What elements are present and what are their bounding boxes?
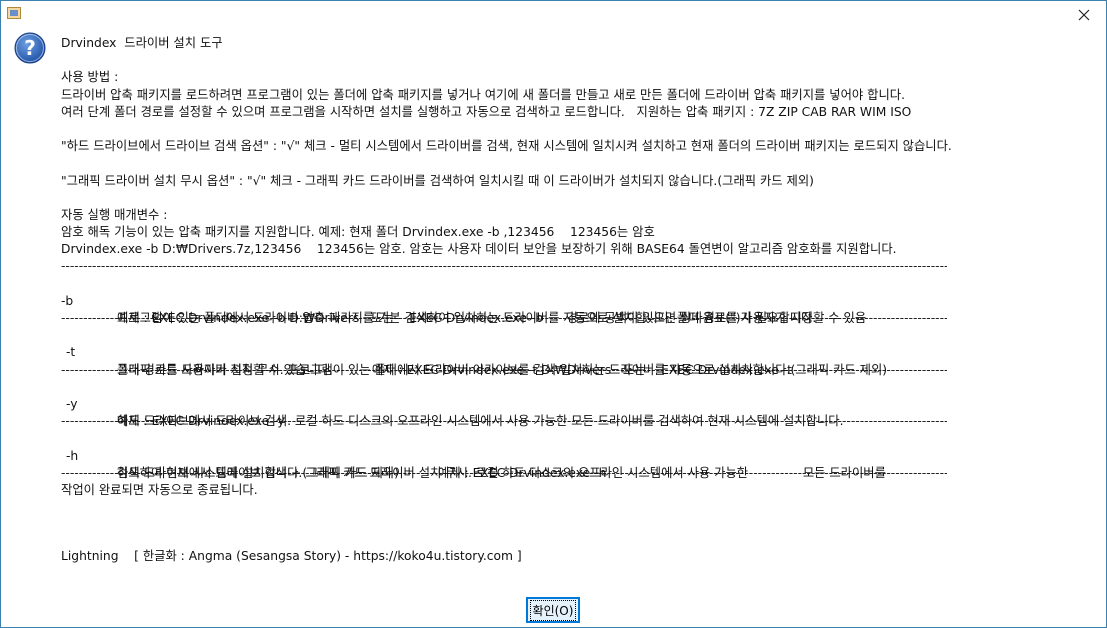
title-bar[interactable] bbox=[1, 1, 1106, 29]
option-y: -y 하드 드라이브에서 드라이브 검색. 로컬 하드 디스크의 오프라인 시스… bbox=[61, 379, 1101, 428]
option-example: 폴더 경로를 사용자가 지정할 수 있습니다. 예제 : EXEC Drvind… bbox=[117, 362, 792, 377]
message-dialog: ? Drvindex 드라이버 설치 도구 사용 방법 : 드라이버 압축 패키… bbox=[0, 0, 1107, 628]
option-example: 예제 : EXEC Drvindex.exe -b D:₩Drivers 또는 … bbox=[117, 311, 817, 326]
option-example: 검색하여 현재 시스템에 설치합니다.(그래픽 카드 제외) 예제 : EXEC… bbox=[117, 465, 607, 480]
gpu-option-text: "그래픽 드라이버 설치 무시 옵션" : "√" 체크 - 그래픽 카드 드라… bbox=[61, 173, 814, 188]
params-line-2: Drvindex.exe -b D:₩Drivers.7z,123456 123… bbox=[61, 242, 897, 257]
option-t-example: 폴더 경로를 사용자가 지정할 수 있습니다. 예제 : EXEC Drvind… bbox=[61, 344, 1101, 377]
app-icon bbox=[7, 7, 21, 19]
option-h: -h 하드 드라이브에서 드라이브 검색 + 그래픽 카드 드라이버 설치 무시… bbox=[61, 430, 1101, 480]
params-heading: 자동 실행 매개변수 : bbox=[61, 207, 168, 222]
ok-button[interactable]: 확인(O) bbox=[526, 597, 580, 623]
message-text: Drvindex 드라이버 설치 도구 사용 방법 : 드라이버 압축 패키지를… bbox=[61, 35, 1101, 499]
usage-heading: 사용 방법 : bbox=[61, 70, 119, 85]
usage-line-1: 드라이버 압축 패키지를 로드하려면 프로그램이 있는 폴더에 압축 패키지를 … bbox=[61, 87, 905, 102]
ok-button-label: 확인(O) bbox=[529, 599, 577, 621]
usage-line-2: 여러 단계 폴더 경로를 설정할 수 있으며 프로그램을 시작하면 설치를 실행… bbox=[61, 104, 912, 119]
separator: ----------------------------------------… bbox=[61, 259, 947, 274]
option-b-example: 예제 : EXEC Drvindex.exe -b D:₩Drivers 또는 … bbox=[61, 293, 1101, 325]
close-button[interactable] bbox=[1062, 1, 1106, 29]
option-t: -t 그래픽 카드 드라이버 설치 무시. 프로그램이 있는 폴더에서 드라이버… bbox=[61, 327, 1101, 376]
completion-text: 작업이 완료되면 자동으로 종료됩니다. bbox=[61, 482, 258, 497]
question-icon: ? bbox=[14, 32, 46, 64]
option-h-example: 검색하여 현재 시스템에 설치합니다.(그래픽 카드 제외) 예제 : EXEC… bbox=[61, 448, 1101, 480]
svg-text:?: ? bbox=[24, 36, 36, 60]
params-line-1: 암호 해독 기능이 있는 압축 패키지를 지원합니다. 예제: 현재 폴더 Dr… bbox=[61, 225, 655, 240]
option-y-example: 예제 : EXEC Drvindex.exe -y bbox=[61, 396, 1101, 428]
option-example: 예제 : EXEC Drvindex.exe -y bbox=[117, 414, 285, 429]
close-icon bbox=[1078, 9, 1090, 21]
hdd-option-text: "하드 드라이브에서 드라이브 검색 옵션" : "√" 체크 - 멀티 시스템… bbox=[61, 139, 952, 154]
dialog-title: Drvindex 드라이버 설치 도구 bbox=[61, 36, 223, 50]
credits-text: Lightning [ 한글화 : Angma (Sesangsa Story)… bbox=[61, 549, 522, 563]
option-b: -b 프로그램이 있는 폴더에서 드라이버 압축 패키지를 기본 검색하여 일치… bbox=[61, 276, 1101, 325]
